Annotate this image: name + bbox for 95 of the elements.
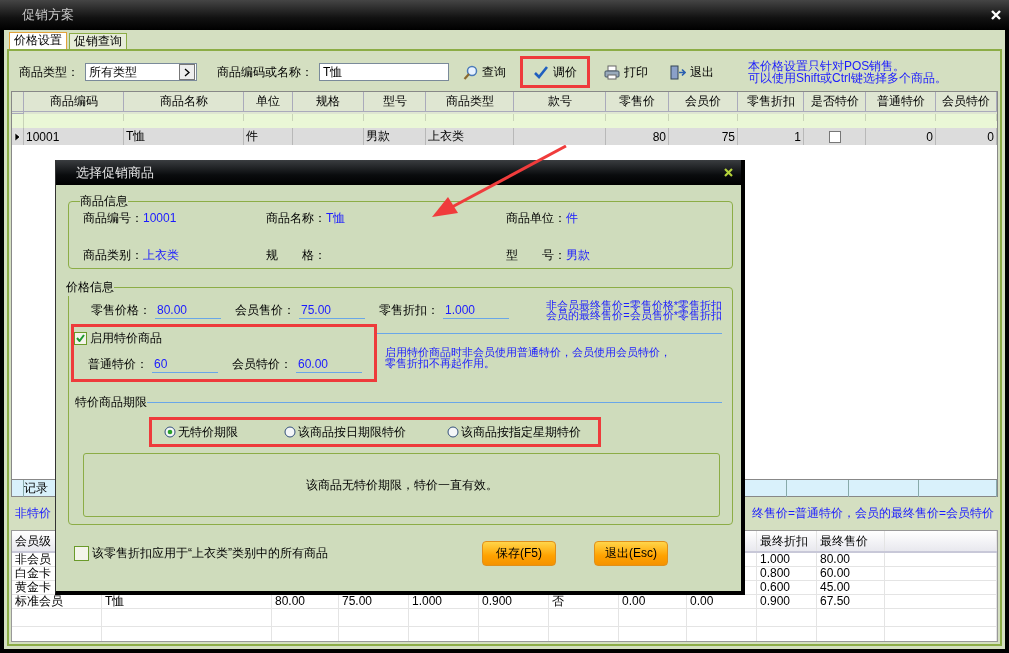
column-header[interactable]: 普通特价 [866,92,936,112]
category-value: 所有类型 [89,63,137,81]
search-field[interactable]: T恤 [319,63,449,81]
field-label: 零售折扣： [379,301,439,319]
field-label: 零售价格： [91,301,151,319]
table-cell: 75 [669,128,738,145]
dialog-title: 选择促销商品 [76,163,154,182]
table-cell: 80.00 [817,553,885,566]
group-title: 价格信息 [66,279,114,296]
search-icon [463,64,478,80]
field-value: 男款 [566,248,590,262]
column-header[interactable]: 会员特价 [936,92,997,112]
table-cell: 件 [244,128,293,145]
field-label: 商品编号： [83,211,143,225]
field-label: 会员特价： [232,355,292,373]
table-cell: 60.00 [817,567,885,580]
field-value: T恤 [326,211,346,225]
corner-cell [12,92,24,112]
dialog-button[interactable]: 退出(Esc) [594,541,668,566]
price-field[interactable]: 60 [152,355,218,373]
table-cell: 0.800 [757,567,817,580]
table-cell: 0.900 [757,595,817,608]
column-header[interactable]: 商品名称 [124,92,244,112]
column-header[interactable]: 规格 [293,92,364,112]
category-label: 商品类型： [19,63,79,81]
field-label: 会员售价： [235,301,295,319]
highlighted-button[interactable]: 调价 [520,56,590,88]
field-value: 件 [566,211,578,225]
field-label: 商品类别： [83,248,143,262]
exit-door-icon [670,64,686,80]
printer-icon [604,64,620,80]
table-cell: 0 [866,128,936,145]
price-field[interactable]: 1.000 [443,301,509,319]
section-title: 特价商品期限 [75,394,147,411]
group-title: 商品信息 [80,193,128,210]
column-header[interactable]: 会员级 [15,534,51,548]
table-cell: 0 [936,128,997,145]
window-title: 促销方案 [22,6,74,24]
column-header[interactable]: 商品编码 [24,92,124,112]
price-rule-note: 非特价 [15,505,51,522]
table-cell: 80 [606,128,669,145]
table-cell: 45.00 [817,581,885,594]
price-field[interactable]: 80.00 [155,301,221,319]
table-cell: 1.000 [757,553,817,566]
close-icon[interactable] [724,168,733,177]
column-header[interactable]: 是否特价 [804,92,866,112]
tab[interactable]: 促销查询 [69,33,127,49]
field-value: 上衣类 [143,248,179,262]
column-header[interactable]: 会员价 [669,92,738,112]
radio-option[interactable]: 该商品按指定星期特价 [434,422,598,442]
column-header[interactable]: 商品类型 [426,92,514,112]
checkmark-icon [76,334,85,342]
column-header[interactable]: 型号 [364,92,426,112]
checkbox[interactable] [74,331,87,345]
field-value: 10001 [143,211,177,225]
toolbar-note: 本价格设置只针对POS销售。 可以使用Shift或Ctrl键选择多个商品。 [748,60,947,84]
formula-note: 非会员最终售价=零售价格*零售折扣 会员的最终售价=会员售价*零售折扣 [546,300,722,320]
radio-option[interactable]: 该商品按日期限特价 [271,422,435,442]
table-cell: 10001 [24,128,124,145]
table-cell: 男款 [364,128,426,145]
column-header[interactable]: 零售折扣 [738,92,804,112]
table-cell: 0.600 [757,581,817,594]
field-label: 普通特价： [88,355,148,373]
price-field[interactable]: 75.00 [299,301,365,319]
column-header[interactable]: 零售价 [606,92,669,112]
toolbar-button[interactable]: 打印 [596,56,656,88]
checkbox-label[interactable]: 启用特价商品 [90,329,162,347]
period-message: 该商品无特价期限，特价一直有效。 [305,476,498,494]
checkbox[interactable] [74,546,89,561]
toolbar-button[interactable]: 退出 [662,56,722,88]
chevron-icon[interactable] [183,67,191,77]
radio-option[interactable]: 无特价期限 [152,422,272,442]
dialog-button[interactable]: 保存(F5) [482,541,556,566]
checkmark-icon [533,65,549,79]
table-cell: T恤 [124,128,244,145]
search-label: 商品编码或名称： [217,63,313,81]
column-header[interactable]: 款号 [514,92,606,112]
field-label: 商品单位： [506,211,566,225]
tab[interactable]: 价格设置 [9,32,67,49]
table-cell: 1 [738,128,804,145]
field-label: 商品名称： [266,211,326,225]
category-picker[interactable]: 所有类型 [85,63,197,81]
table-cell: 67.50 [817,595,885,608]
table-cell: 上衣类 [426,128,514,145]
column-header[interactable]: 最终售价 [820,534,868,548]
special-price-note: 启用特价商品时非会员使用普通特价，会员使用会员特价， 零售折扣不再起作用。 [385,347,672,369]
column-header[interactable]: 单位 [244,92,293,112]
column-header[interactable]: 最终折扣 [760,534,808,548]
toolbar-button[interactable]: 查询 [455,56,514,88]
table-row[interactable]: 10001 T恤 件 男款 上衣类 80 75 1 0 0 [12,128,997,145]
price-rule-note: 终售价=普通特价，会员的最终售价=会员特价 [752,505,994,522]
field-label: 型 号： [506,248,566,262]
checkbox[interactable] [828,130,841,143]
field-label: 规 格： [266,248,326,262]
price-field[interactable]: 60.00 [296,355,362,373]
